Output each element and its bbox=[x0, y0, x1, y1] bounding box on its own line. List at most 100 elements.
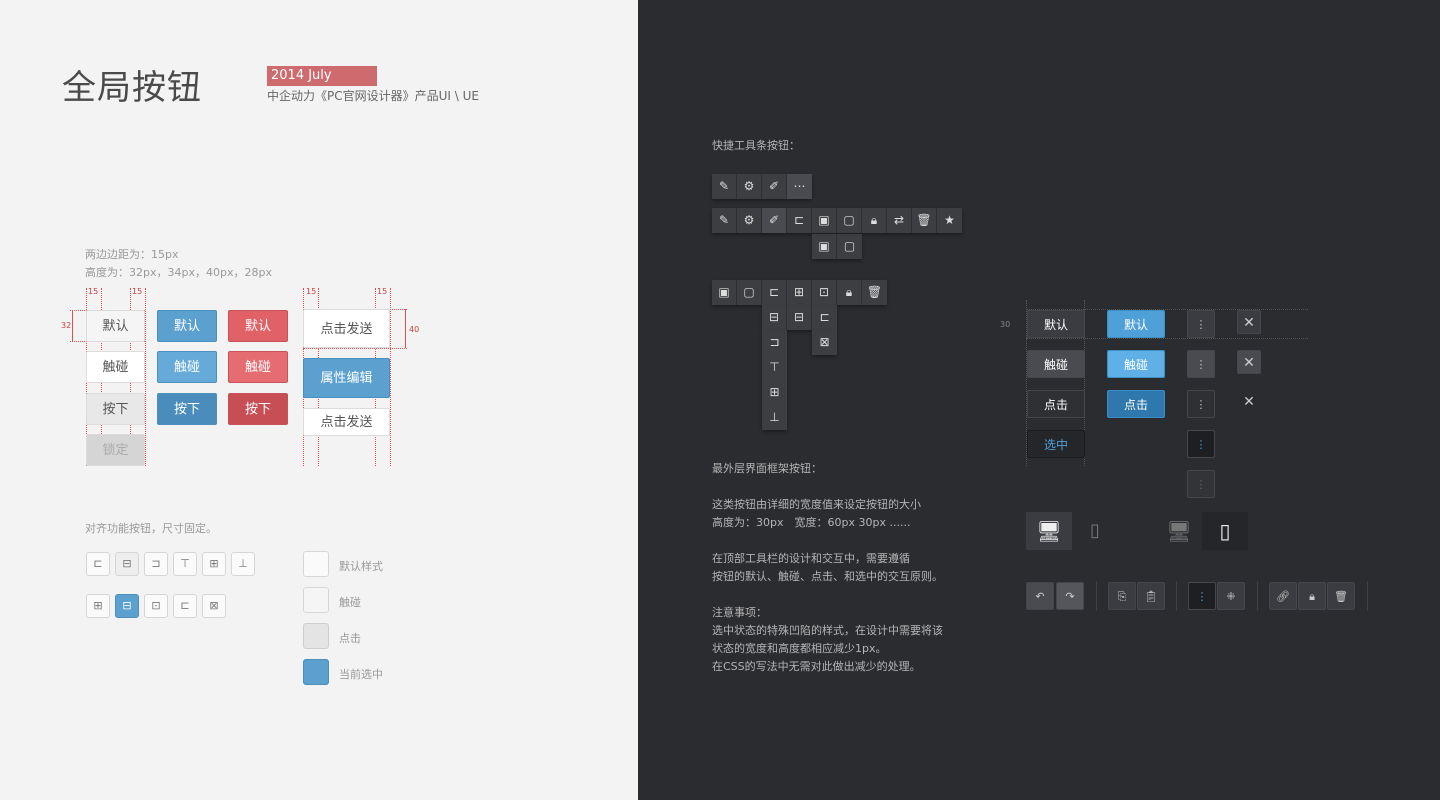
frame-hover-button[interactable]: 触碰 bbox=[1027, 350, 1085, 378]
layer-front-icon[interactable]: ▣ bbox=[812, 208, 837, 233]
blue-pressed-button[interactable]: 按下 bbox=[157, 393, 217, 425]
lock-icon[interactable]: 🔒︎ bbox=[837, 280, 862, 305]
align-top-icon[interactable]: ⊤ bbox=[762, 355, 787, 380]
guide-line bbox=[405, 309, 406, 348]
align-right-icon[interactable]: ⊐ bbox=[762, 330, 787, 355]
note-line: 状态的宽度和高度都相应减少1px。 bbox=[712, 642, 887, 655]
blue-click-button[interactable]: 点击 bbox=[1107, 390, 1165, 418]
edit-icon[interactable]: ✐ bbox=[762, 174, 787, 199]
align-left-icon[interactable]: ⊏ bbox=[86, 552, 110, 576]
legend-label: 当前选中 bbox=[339, 668, 383, 681]
toolbar-title: 快捷工具条按钮： bbox=[712, 139, 800, 152]
align-middle-icon[interactable]: ⊞ bbox=[787, 280, 812, 305]
gear-icon[interactable]: ⚙ bbox=[737, 174, 762, 199]
undo-icon[interactable]: ↶ bbox=[1026, 582, 1054, 610]
distribute-icon[interactable]: ⊟ bbox=[787, 305, 812, 330]
ruler-icon[interactable]: ⋮ bbox=[1187, 310, 1215, 338]
gear-icon[interactable]: ⚙ bbox=[737, 208, 762, 233]
desc-line: 在顶部工具栏的设计和交互中，需要遵循 bbox=[712, 552, 910, 565]
same-size-icon[interactable]: ⊠ bbox=[812, 330, 837, 355]
align-icon[interactable]: ⊏ bbox=[787, 208, 812, 233]
note-line: 选中状态的特殊凹陷的样式，在设计中需要将该 bbox=[712, 624, 943, 637]
align-toolbar: ▣ ▢ ⊏ ⊞ ⊡ 🔒︎ 🗑︎ bbox=[712, 280, 887, 305]
ruler-icon[interactable]: ⋮ bbox=[1187, 390, 1215, 418]
ruler-icon[interactable]: ⋮ bbox=[1188, 582, 1216, 610]
copy-icon[interactable]: ⎘ bbox=[1108, 582, 1136, 610]
align-center-icon[interactable]: ⊟ bbox=[762, 305, 787, 330]
more-icon[interactable]: ⋯ bbox=[787, 174, 812, 199]
align-middle-icon[interactable]: ⊞ bbox=[202, 552, 226, 576]
default-button[interactable]: 默认 bbox=[86, 310, 145, 342]
dimension-label: 30 bbox=[1000, 320, 1011, 329]
desc-line: 这类按钮由详细的宽度值来设定按钮的大小 bbox=[712, 498, 921, 511]
desktop-icon[interactable]: 🖥︎ bbox=[1026, 512, 1072, 550]
dimension-label: 15 bbox=[377, 287, 388, 296]
red-hover-button[interactable]: 触碰 bbox=[228, 351, 288, 383]
brush-icon[interactable]: ✎ bbox=[712, 208, 737, 233]
link-icon[interactable]: 🔗︎ bbox=[1269, 582, 1297, 610]
divider bbox=[1096, 581, 1097, 611]
layer-front-icon[interactable]: ▣ bbox=[712, 280, 737, 305]
swatch-default bbox=[303, 551, 329, 577]
align-center-icon[interactable]: ⊟ bbox=[115, 552, 139, 576]
margin-note: 两边边距为：15px bbox=[85, 248, 179, 261]
mobile-icon[interactable]: ▯ bbox=[1084, 512, 1106, 550]
distribute-v-icon[interactable]: ⊟ bbox=[115, 594, 139, 618]
layer-up-icon[interactable]: ▣ bbox=[812, 234, 837, 259]
align-left-icon[interactable]: ⊏ bbox=[762, 280, 787, 305]
red-pressed-button[interactable]: 按下 bbox=[228, 393, 288, 425]
trash-icon[interactable]: 🗑︎ bbox=[912, 208, 937, 233]
dimension-label: 15 bbox=[132, 287, 143, 296]
lock-icon[interactable]: 🔒︎ bbox=[862, 208, 887, 233]
layer-submenu: ▣ ▢ bbox=[812, 234, 862, 259]
same-width-icon[interactable]: ⊡ bbox=[144, 594, 168, 618]
frame-selected-button[interactable]: 选中 bbox=[1027, 430, 1085, 458]
red-default-button[interactable]: 默认 bbox=[228, 310, 288, 342]
layer-back-icon[interactable]: ▢ bbox=[737, 280, 762, 305]
send-button[interactable]: 点击发送 bbox=[303, 309, 390, 348]
blue-default-button[interactable]: 默认 bbox=[157, 310, 217, 342]
same-height-icon[interactable]: ⊏ bbox=[173, 594, 197, 618]
trash-icon[interactable]: 🗑︎ bbox=[862, 280, 887, 305]
dimension-label: 15 bbox=[306, 287, 317, 296]
star-icon[interactable]: ★ bbox=[937, 208, 962, 233]
align-bottom-icon[interactable]: ⊥ bbox=[231, 552, 255, 576]
frame-click-button[interactable]: 点击 bbox=[1027, 390, 1085, 418]
align-note: 对齐功能按钮，尺寸固定。 bbox=[85, 522, 217, 535]
same-size-icon[interactable]: ⊠ bbox=[202, 594, 226, 618]
align-right-icon[interactable]: ⊐ bbox=[144, 552, 168, 576]
close-icon[interactable]: ✕ bbox=[1237, 350, 1261, 374]
align-side-icon[interactable]: ⊏ bbox=[812, 305, 837, 330]
same-size-icon[interactable]: ⊡ bbox=[812, 280, 837, 305]
align-top-icon[interactable]: ⊤ bbox=[173, 552, 197, 576]
align-bottom-icon[interactable]: ⊥ bbox=[762, 405, 787, 430]
paste-icon[interactable]: 📋︎ bbox=[1137, 582, 1165, 610]
ruler-icon[interactable]: ⋮ bbox=[1187, 430, 1215, 458]
locked-button: 锁定 bbox=[86, 434, 145, 466]
guide-line bbox=[72, 310, 73, 341]
refresh-icon[interactable]: ⇄ bbox=[887, 208, 912, 233]
property-edit-button[interactable]: 属性编辑 bbox=[303, 358, 390, 398]
trash-icon[interactable]: 🗑︎ bbox=[1327, 582, 1355, 610]
blue-hover-button[interactable]: 触碰 bbox=[1107, 350, 1165, 378]
grid-icon[interactable]: ⁜ bbox=[1217, 582, 1245, 610]
align-vmiddle-icon[interactable]: ⊞ bbox=[762, 380, 787, 405]
hover-button[interactable]: 触碰 bbox=[86, 351, 145, 383]
send-small-button[interactable]: 点击发送 bbox=[303, 408, 390, 436]
layer-down-icon[interactable]: ▢ bbox=[837, 234, 862, 259]
lock-icon[interactable]: 🔒︎ bbox=[1298, 582, 1326, 610]
close-icon[interactable]: ✕ bbox=[1237, 390, 1261, 414]
edit-icon[interactable]: ✐ bbox=[762, 208, 787, 233]
distribute-h-icon[interactable]: ⊞ bbox=[86, 594, 110, 618]
mobile-icon[interactable]: ▯ bbox=[1202, 512, 1248, 550]
pressed-button[interactable]: 按下 bbox=[86, 393, 145, 425]
brush-icon[interactable]: ✎ bbox=[712, 174, 737, 199]
blue-default-button[interactable]: 默认 bbox=[1107, 310, 1165, 338]
desktop-icon[interactable]: 🖥︎ bbox=[1164, 512, 1194, 550]
redo-icon[interactable]: ↷ bbox=[1056, 582, 1084, 610]
blue-hover-button[interactable]: 触碰 bbox=[157, 351, 217, 383]
layer-back-icon[interactable]: ▢ bbox=[837, 208, 862, 233]
frame-default-button[interactable]: 默认 bbox=[1027, 310, 1085, 338]
close-icon[interactable]: ✕ bbox=[1237, 310, 1261, 334]
ruler-icon[interactable]: ⋮ bbox=[1187, 350, 1215, 378]
